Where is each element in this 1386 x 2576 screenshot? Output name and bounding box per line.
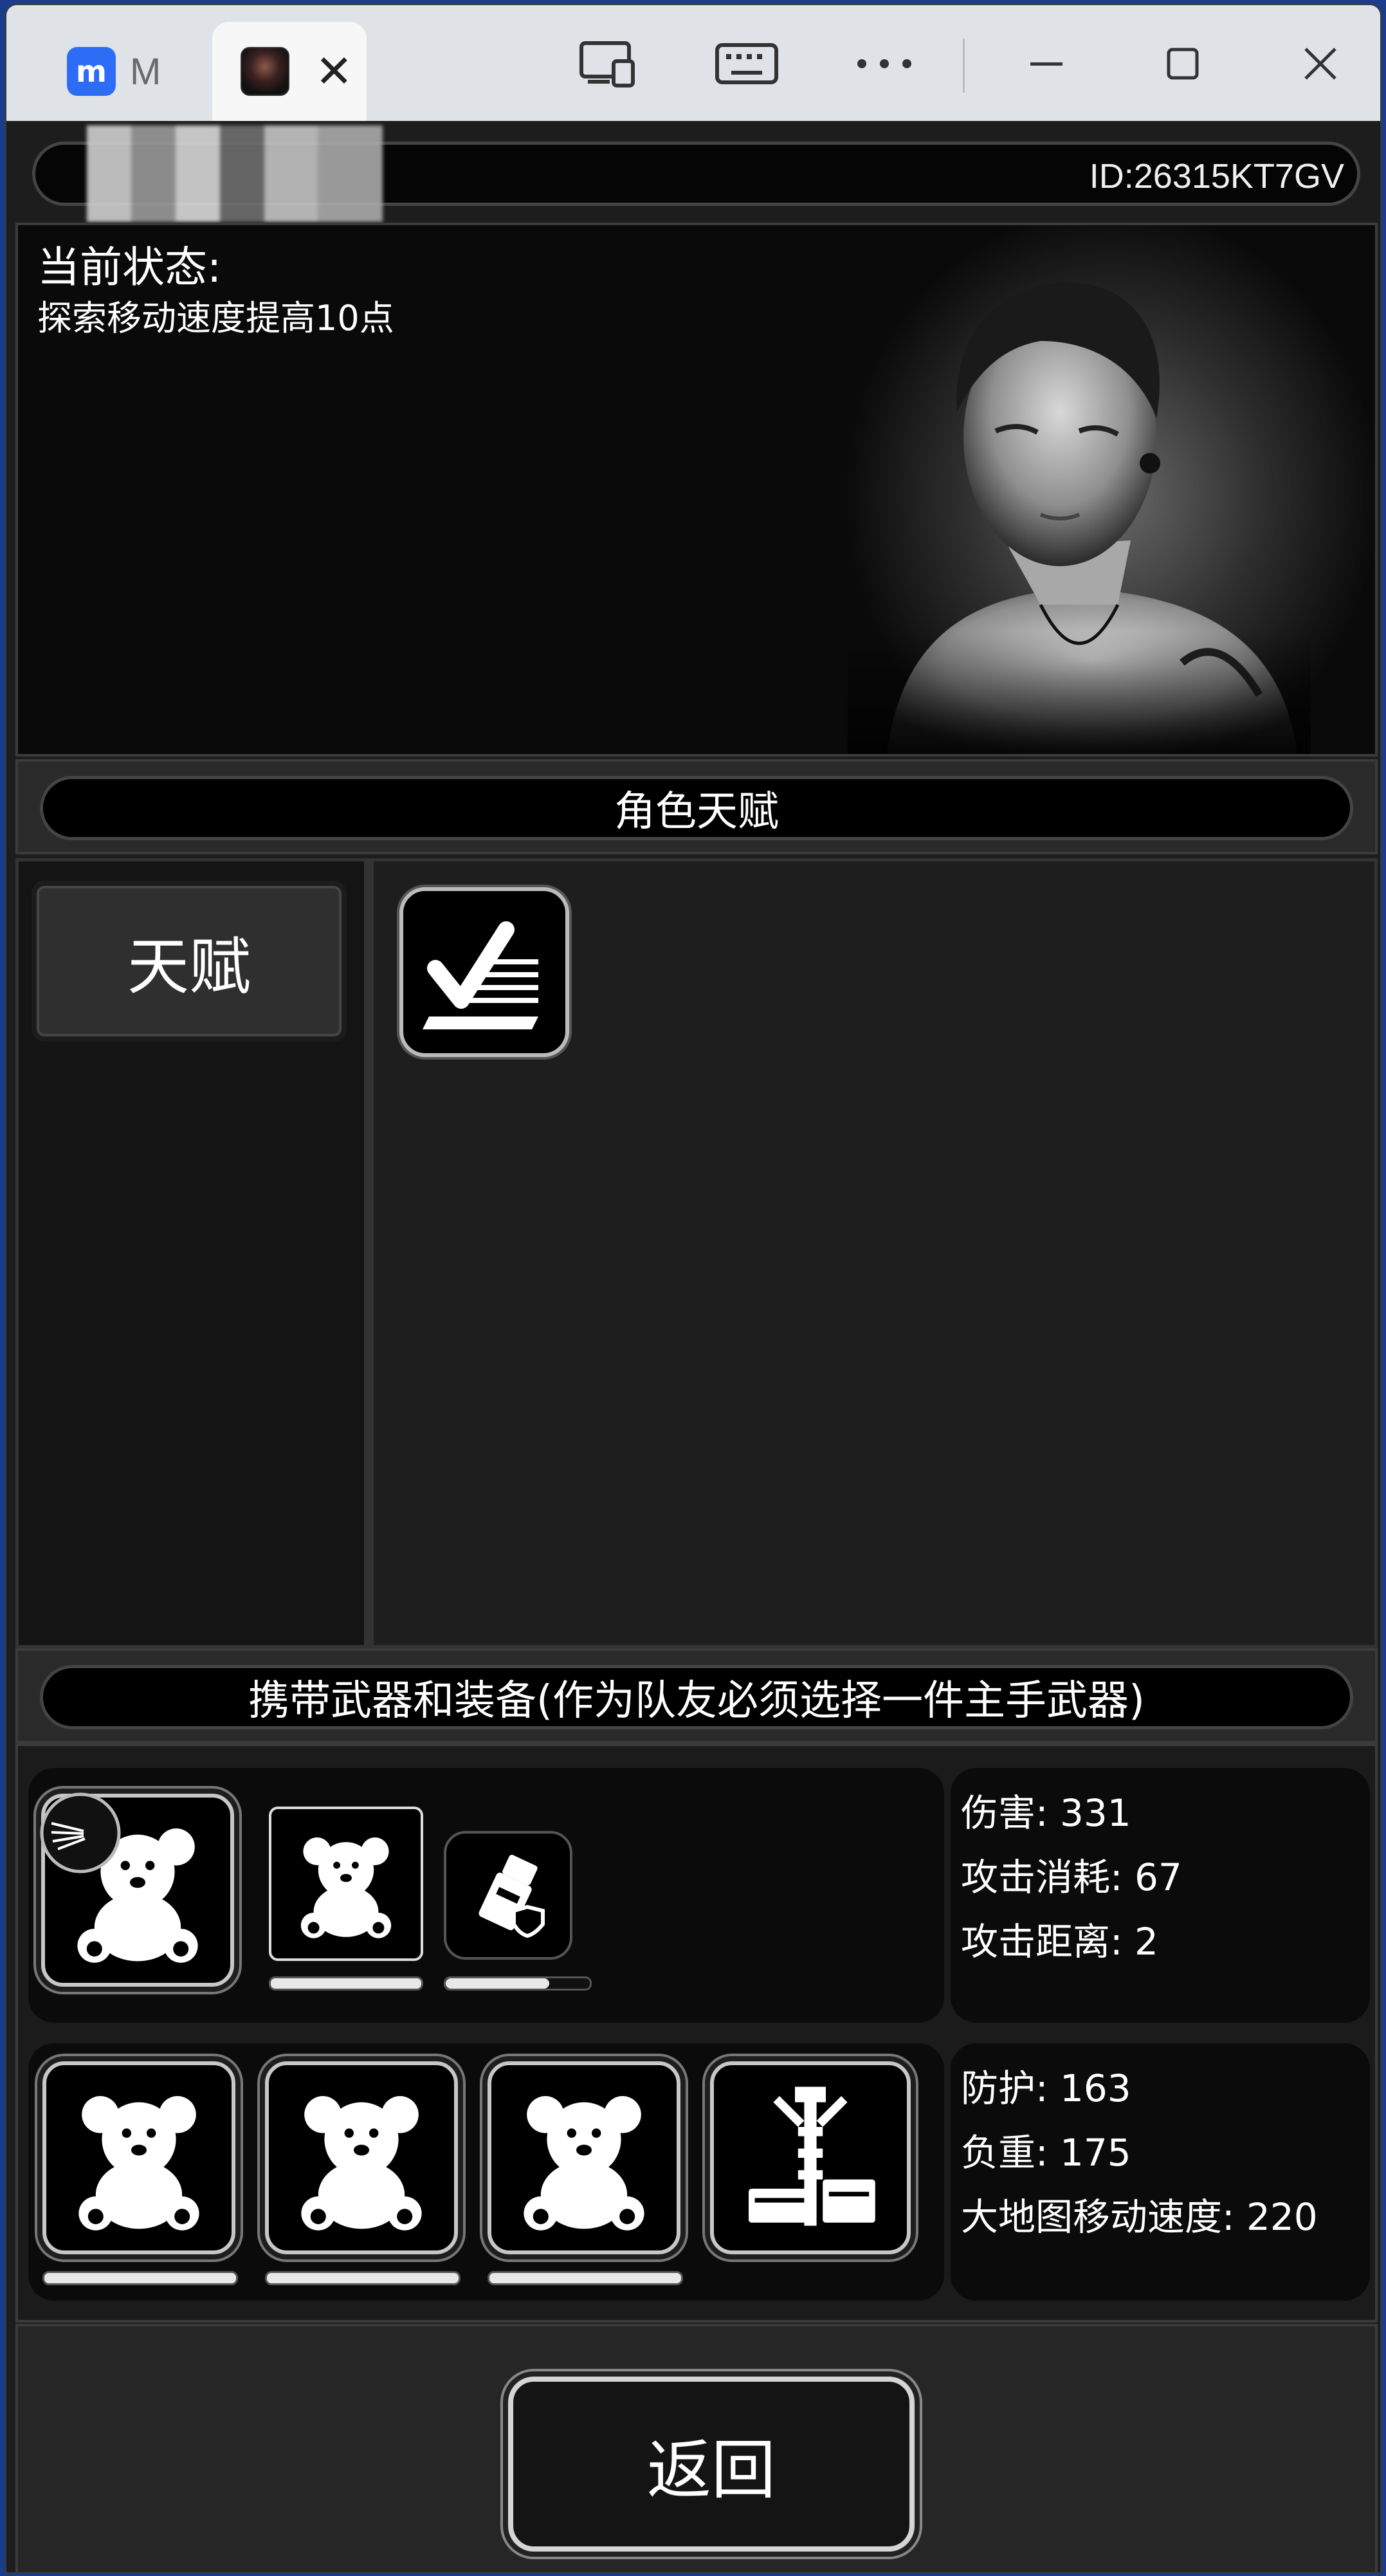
keyboard-icon[interactable]: [711, 35, 782, 93]
maximize-icon[interactable]: [1147, 35, 1218, 93]
app-logo-icon: m: [67, 47, 116, 96]
talent-section-title: 角色天赋: [40, 776, 1353, 840]
status-text: 探索移动速度提高10点: [37, 298, 394, 338]
damage-stat: 伤害: 331: [961, 1791, 1131, 1835]
offhand-slot[interactable]: [269, 1807, 423, 1961]
talent-panel: 天赋: [15, 858, 1378, 1648]
title-bar: m M ✕: [6, 5, 1380, 121]
cast-icon[interactable]: [572, 35, 643, 93]
tab-label: M: [130, 50, 161, 93]
game-panel: ID:26315KT7GV 当前状态: 探索移动速度提高10点 角色天赋 天赋 …: [6, 121, 1380, 2572]
armor-slot-1[interactable]: [42, 2061, 235, 2254]
return-button[interactable]: 返回: [508, 2377, 915, 2552]
talent-slot[interactable]: [399, 887, 569, 1057]
offhand-durability-bar: [269, 1976, 423, 1991]
load-stat: 负重: 175: [961, 2131, 1131, 2175]
spray-badge-icon: [40, 1792, 121, 1873]
armor-slot-3[interactable]: [488, 2061, 680, 2254]
tab-close-icon[interactable]: ✕: [315, 49, 353, 94]
weapon-row: [28, 1768, 944, 2023]
more-icon[interactable]: [849, 35, 920, 93]
equipment-panel: 伤害: 331 攻击消耗: 67 攻击距离: 2 防护: 163 负重: 175…: [15, 1743, 1378, 2323]
teddy-bear-icon: [78, 2096, 199, 2231]
redacted-player-name: [87, 125, 383, 222]
player-header: ID:26315KT7GV: [32, 125, 1360, 222]
map-speed-stat: 大地图移动速度: 220: [961, 2195, 1318, 2239]
flashlight-shield-icon: [479, 1854, 545, 1938]
teddy-bear-icon: [300, 1837, 392, 1938]
armor-2-durability-bar: [265, 2271, 460, 2285]
teddy-bear-icon: [524, 2096, 644, 2231]
armor-3-durability-bar: [488, 2271, 683, 2285]
equipment-section-title: 携带武器和装备(作为队友必须选择一件主手武器): [40, 1665, 1353, 1729]
equipment-section-header: 携带武器和装备(作为队友必须选择一件主手武器): [15, 1648, 1378, 1743]
armor-slot-2[interactable]: [265, 2061, 458, 2254]
accessory-slot[interactable]: [444, 1831, 572, 1960]
titlebar-divider: [963, 39, 965, 93]
player-id: ID:26315KT7GV: [1089, 157, 1344, 196]
app-window: m M ✕ ID:26315KT7GV 当前状态: 探索移动速度提高10点 角色…: [5, 4, 1381, 2573]
weapon-stats: 伤害: 331 攻击消耗: 67 攻击距离: 2: [951, 1768, 1370, 2023]
accessory-durability-bar: [444, 1976, 592, 1991]
armor-stats: 防护: 163 负重: 175 大地图移动速度: 220: [951, 2043, 1370, 2301]
talent-section-header: 角色天赋: [15, 759, 1378, 854]
teddy-bear-icon: [301, 2096, 422, 2231]
tab-game[interactable]: ✕: [212, 22, 367, 121]
talent-grid: [370, 858, 1378, 1648]
minimize-icon[interactable]: [1011, 35, 1082, 93]
exoskeleton-gear-icon: [749, 2086, 875, 2226]
talent-tab-list: 天赋: [15, 858, 370, 1648]
main-weapon-slot[interactable]: [40, 1792, 234, 1987]
character-portrait: [848, 244, 1311, 754]
armor-1-durability-bar: [42, 2271, 238, 2285]
game-app-icon: [241, 47, 289, 96]
tab-browser[interactable]: m M: [51, 22, 212, 121]
protection-stat: 防护: 163: [961, 2066, 1131, 2110]
character-portrait-panel: 当前状态: 探索移动速度提高10点: [15, 223, 1378, 757]
attack-cost-stat: 攻击消耗: 67: [961, 1855, 1182, 1899]
close-icon[interactable]: [1285, 35, 1356, 93]
attack-range-stat: 攻击距离: 2: [961, 1920, 1158, 1964]
speed-check-icon: [423, 921, 538, 1029]
armor-slot-4[interactable]: [710, 2061, 911, 2254]
armor-row: [28, 2043, 944, 2301]
status-title: 当前状态:: [37, 243, 222, 292]
tab-talent[interactable]: 天赋: [32, 881, 347, 1042]
footer: 返回: [15, 2324, 1378, 2572]
